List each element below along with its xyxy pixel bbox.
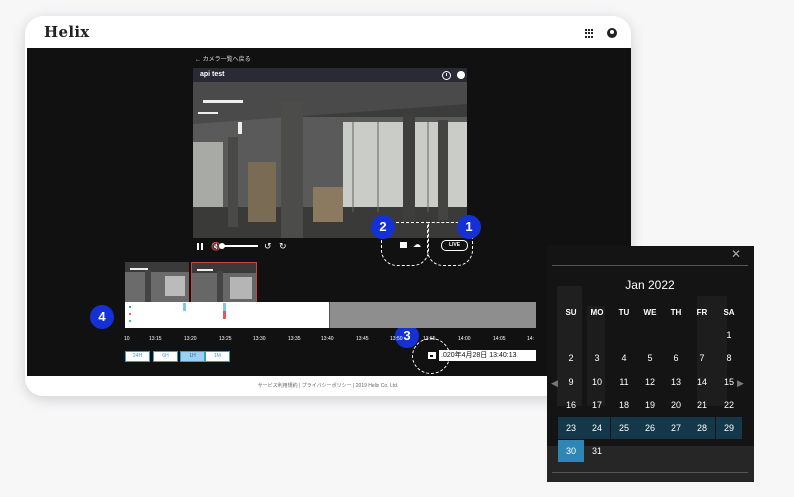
calendar-day[interactable]: 20 xyxy=(663,394,689,416)
timeline-tick: 13:20 xyxy=(184,336,197,342)
timeline-legend-3: ■ xyxy=(129,318,132,323)
timeline-event-marker[interactable] xyxy=(223,303,226,311)
calendar-weekday-label: MO xyxy=(590,308,604,317)
calendar-day[interactable]: 18 xyxy=(611,394,637,416)
calendar-prev-icon[interactable]: ◀ xyxy=(551,378,558,389)
calendar-day[interactable]: 6 xyxy=(663,347,689,369)
calendar-day[interactable]: 3 xyxy=(584,347,610,369)
step-marker-1: 1 xyxy=(457,215,481,239)
info-icon[interactable] xyxy=(457,71,465,79)
calendar-weekday-label: WE xyxy=(643,308,657,317)
calendar-day[interactable]: 15 xyxy=(716,371,742,393)
calendar-day[interactable]: 1 xyxy=(716,324,742,346)
calendar-day[interactable]: 5 xyxy=(637,347,663,369)
page-footer: サービス利用規約 | プライバシーポリシー | 2019 Helix Co. L… xyxy=(25,376,631,396)
calendar-day[interactable]: 17 xyxy=(584,394,610,416)
timeline-tick: 10 xyxy=(124,336,130,342)
calendar-day[interactable]: 27 xyxy=(663,417,689,439)
apps-grid-icon[interactable] xyxy=(585,29,594,38)
timeline-event-marker[interactable] xyxy=(183,303,186,311)
back-to-camera-list-link[interactable]: ← カメラ一覧へ戻る xyxy=(195,54,251,63)
thumbnail-1-image xyxy=(125,262,189,302)
step-marker-2: 2 xyxy=(371,215,395,239)
calendar-day[interactable]: 19 xyxy=(637,394,663,416)
zoom-1h-button[interactable]: 1H xyxy=(180,351,205,362)
clock-icon[interactable] xyxy=(442,71,451,80)
timeline-tick: 13:15 xyxy=(149,336,162,342)
timeline-tick: 13:55 xyxy=(423,336,436,342)
forward-icon[interactable]: ↻ xyxy=(279,241,287,252)
timeline-legend-2: ■ xyxy=(129,311,132,316)
date-time-field[interactable]: .020年4月28日 13:40:13 xyxy=(439,350,536,361)
camera-header-bar xyxy=(193,68,467,82)
timeline-legend-1: ■ xyxy=(129,304,132,309)
calendar-day[interactable]: 13 xyxy=(663,371,689,393)
calendar-day[interactable]: 31 xyxy=(584,440,610,462)
timeline-tick: 13:35 xyxy=(288,336,301,342)
thumbnail-1[interactable] xyxy=(125,262,189,302)
calendar-day[interactable]: 12 xyxy=(637,371,663,393)
timeline-tick: 14: xyxy=(527,336,534,342)
timeline-recorded-range[interactable] xyxy=(125,302,329,328)
calendar-day[interactable]: 2 xyxy=(558,347,584,369)
calendar-weekday-label: TH xyxy=(670,308,682,317)
rewind-icon[interactable]: ↺ xyxy=(264,241,272,252)
calendar-divider xyxy=(552,265,748,266)
calendar-weekday-label: SU xyxy=(565,308,577,317)
calendar-icon[interactable] xyxy=(428,352,436,359)
user-account-icon[interactable] xyxy=(607,28,617,38)
privacy-link[interactable]: プライバシーポリシー xyxy=(302,383,352,389)
calendar-day[interactable]: 28 xyxy=(689,417,715,439)
zoom-6h-button[interactable]: 6H xyxy=(153,351,178,362)
calendar-day[interactable]: 29 xyxy=(716,417,742,439)
video-scene xyxy=(193,82,467,238)
calendar-weekday-label: SA xyxy=(723,308,735,317)
timeline-tick: 13:30 xyxy=(253,336,266,342)
calendar-day[interactable]: 14 xyxy=(689,371,715,393)
calendar-day[interactable]: 25 xyxy=(611,417,637,439)
thumbnail-2[interactable] xyxy=(191,262,257,304)
zoom-24h-button[interactable]: 24H xyxy=(125,351,150,362)
calendar-day[interactable]: 8 xyxy=(716,347,742,369)
timeline-event-marker[interactable] xyxy=(223,311,226,319)
timeline-tick: 13:25 xyxy=(219,336,232,342)
camera-video-feed[interactable] xyxy=(193,82,467,238)
calendar-day[interactable]: 30 xyxy=(558,440,584,462)
app-logo[interactable]: Helix xyxy=(44,23,90,41)
calendar-day[interactable]: 16 xyxy=(558,394,584,416)
volume-knob[interactable] xyxy=(219,243,225,249)
timeline-tick: 13:50 xyxy=(390,336,403,342)
volume-slider[interactable] xyxy=(221,245,258,247)
calendar-day[interactable]: 9 xyxy=(558,371,584,393)
copyright-text: 2019 Helix Co. Ltd. xyxy=(355,383,399,389)
close-icon[interactable]: ✕ xyxy=(731,247,741,261)
calendar-day[interactable]: 23 xyxy=(558,417,584,439)
zoom-1m-button[interactable]: 1M xyxy=(205,351,230,362)
calendar-weekday-label: TU xyxy=(618,308,630,317)
timeline-tick: 13:40 xyxy=(321,336,334,342)
calendar-weekday-label: FR xyxy=(696,308,708,317)
calendar-day[interactable]: 11 xyxy=(611,371,637,393)
camera-title: api test xyxy=(200,71,225,78)
timeline-tick: 13:45 xyxy=(356,336,369,342)
calendar-day[interactable]: 7 xyxy=(689,347,715,369)
timeline-tick: 14:00 xyxy=(458,336,471,342)
calendar-divider xyxy=(552,472,748,473)
timeline-cursor[interactable] xyxy=(329,302,330,328)
timeline-tick: 14:05 xyxy=(493,336,506,342)
calendar-day[interactable]: 22 xyxy=(716,394,742,416)
calendar-day[interactable]: 4 xyxy=(611,347,637,369)
calendar-month-label: Jan 2022 xyxy=(625,278,675,292)
calendar-day[interactable]: 26 xyxy=(637,417,663,439)
calendar-day[interactable]: 21 xyxy=(689,394,715,416)
pause-icon[interactable] xyxy=(197,243,204,250)
terms-link[interactable]: サービス利用規約 xyxy=(258,383,298,389)
calendar-day[interactable]: 24 xyxy=(584,417,610,439)
step-marker-4: 4 xyxy=(90,305,114,329)
calendar-day[interactable]: 10 xyxy=(584,371,610,393)
thumbnail-2-image xyxy=(192,263,256,303)
